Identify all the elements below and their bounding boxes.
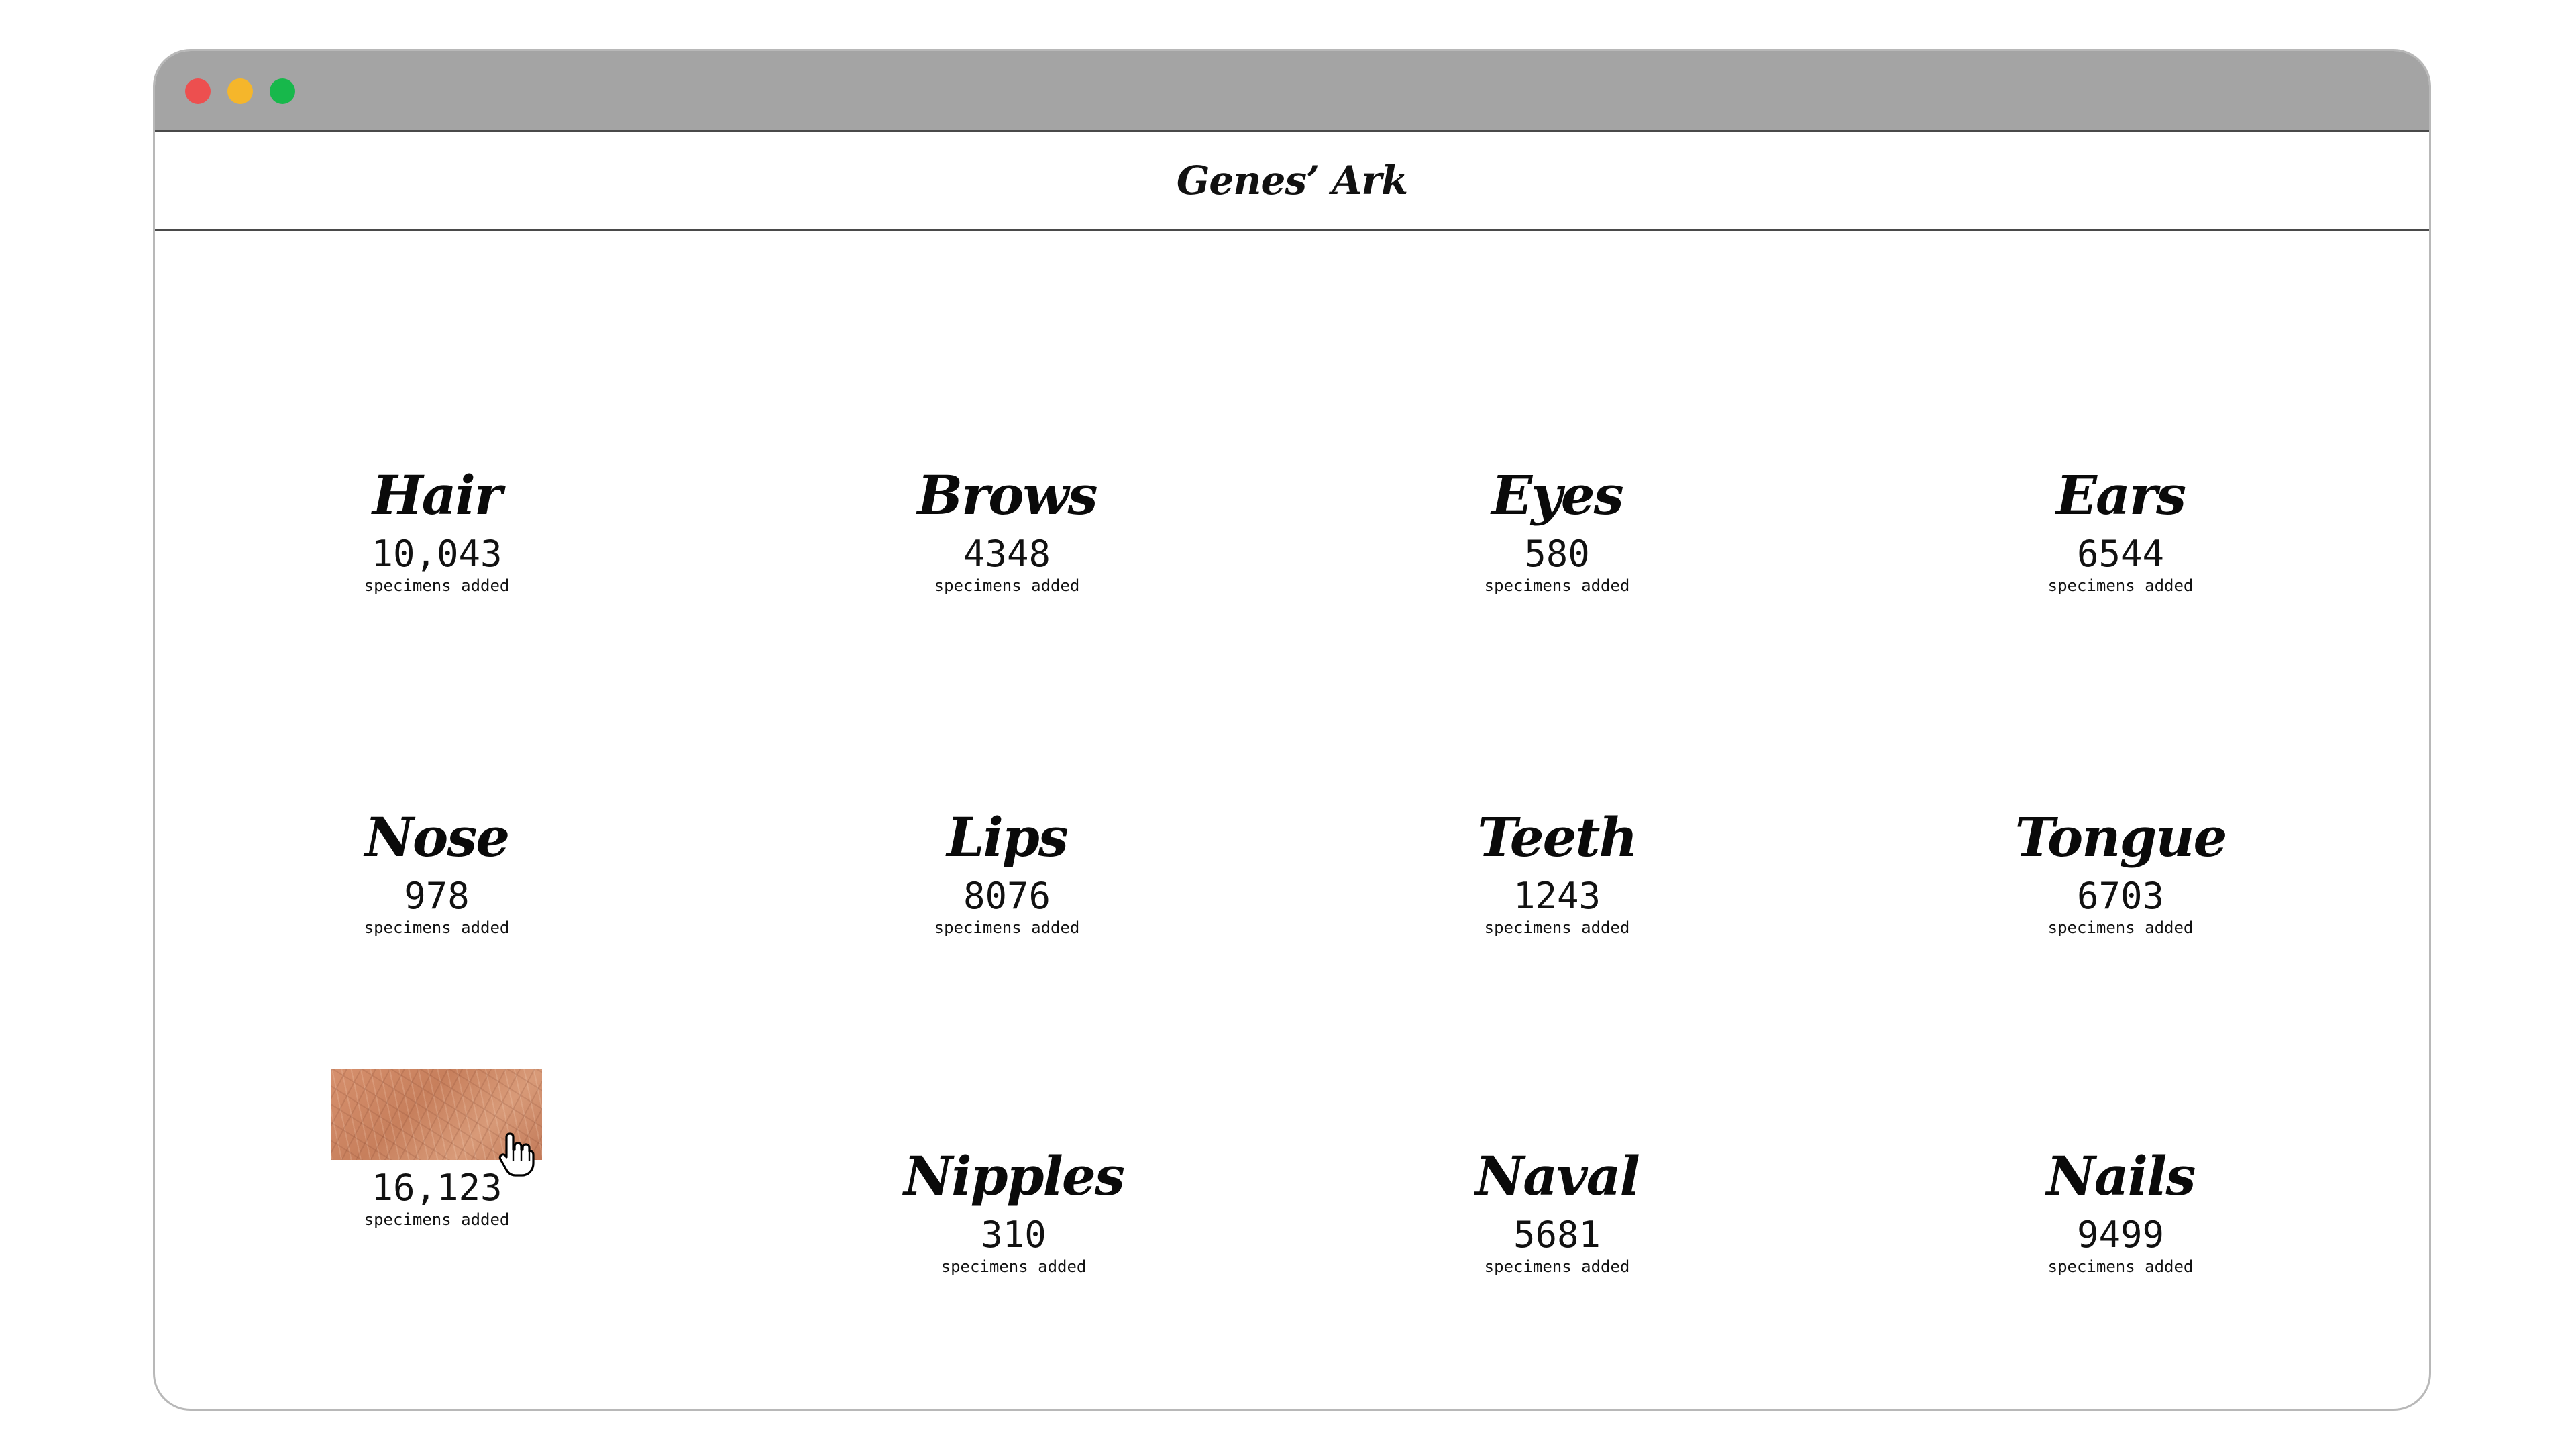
- category-name[interactable]: Lips: [947, 808, 1069, 872]
- category-card-hair[interactable]: Hair 10,043 specimens added: [249, 466, 625, 595]
- category-name[interactable]: Tongue: [2015, 808, 2228, 872]
- specimen-count: 9499: [2076, 1214, 2165, 1256]
- specimen-caption: specimens added: [934, 918, 1080, 938]
- specimen-caption: specimens added: [941, 1257, 1087, 1277]
- specimen-caption: specimens added: [934, 576, 1080, 596]
- hand-pointer-icon: [498, 1132, 535, 1177]
- category-name[interactable]: Ears: [2056, 466, 2186, 530]
- specimen-caption: specimens added: [364, 576, 510, 596]
- specimen-caption: specimens added: [1484, 1257, 1630, 1277]
- close-window-button[interactable]: [185, 78, 211, 104]
- specimen-caption: specimens added: [2047, 918, 2194, 938]
- specimen-caption: specimens added: [1484, 576, 1630, 596]
- category-card-nose[interactable]: Nose 978 specimens added: [249, 808, 625, 937]
- category-name[interactable]: Teeth: [1477, 808, 1638, 872]
- category-name[interactable]: Naval: [1475, 1146, 1640, 1211]
- browser-window: Genes’ Ark Hair 10,043 specimens added B…: [153, 49, 2431, 1411]
- specimen-count: 8076: [963, 875, 1051, 917]
- category-name[interactable]: Nipples: [904, 1146, 1125, 1211]
- category-card-naval[interactable]: Naval 5681 specimens added: [1369, 1146, 1745, 1276]
- window-titlebar: [155, 51, 2429, 130]
- category-card-teeth[interactable]: Teeth 1243 specimens added: [1369, 808, 1745, 937]
- specimen-caption: specimens added: [2047, 1257, 2194, 1277]
- site-title[interactable]: Genes’ Ark: [1177, 158, 1408, 203]
- specimen-count: 5681: [1513, 1214, 1601, 1256]
- specimen-caption: specimens added: [364, 1210, 510, 1230]
- category-card-skin[interactable]: 16,123 specimens added: [249, 1069, 625, 1229]
- specimen-count: 978: [404, 875, 470, 917]
- category-card-lips[interactable]: Lips 8076 specimens added: [819, 808, 1195, 937]
- specimen-caption: specimens added: [1484, 918, 1630, 938]
- category-name[interactable]: Eyes: [1491, 466, 1623, 530]
- specimen-count: 16,123: [371, 1167, 502, 1209]
- site-header: Genes’ Ark: [155, 130, 2429, 231]
- category-card-nails[interactable]: Nails 9499 specimens added: [1933, 1146, 2308, 1276]
- specimen-caption: specimens added: [364, 918, 510, 938]
- category-grid: Hair 10,043 specimens added Brows 4348 s…: [155, 231, 2429, 1409]
- category-name[interactable]: Brows: [917, 466, 1097, 530]
- specimen-count: 1243: [1513, 875, 1601, 917]
- category-card-tongue[interactable]: Tongue 6703 specimens added: [1933, 808, 2308, 937]
- specimen-count: 4348: [963, 533, 1051, 575]
- specimen-count: 580: [1524, 533, 1590, 575]
- specimen-count: 6703: [2076, 875, 2165, 917]
- category-name[interactable]: Hair: [372, 466, 502, 530]
- category-name[interactable]: Nails: [2047, 1146, 2196, 1211]
- specimen-caption: specimens added: [2047, 576, 2194, 596]
- skin-texture-image[interactable]: [331, 1069, 542, 1177]
- category-card-ears[interactable]: Ears 6544 specimens added: [1933, 466, 2308, 595]
- minimize-window-button[interactable]: [227, 78, 253, 104]
- specimen-count: 6544: [2076, 533, 2165, 575]
- category-card-nipples[interactable]: Nipples 310 specimens added: [826, 1146, 1201, 1276]
- category-card-eyes[interactable]: Eyes 580 specimens added: [1369, 466, 1745, 595]
- category-name[interactable]: Nose: [365, 808, 510, 872]
- category-card-brows[interactable]: Brows 4348 specimens added: [819, 466, 1195, 595]
- specimen-count: 10,043: [371, 533, 502, 575]
- maximize-window-button[interactable]: [270, 78, 295, 104]
- specimen-count: 310: [981, 1214, 1046, 1256]
